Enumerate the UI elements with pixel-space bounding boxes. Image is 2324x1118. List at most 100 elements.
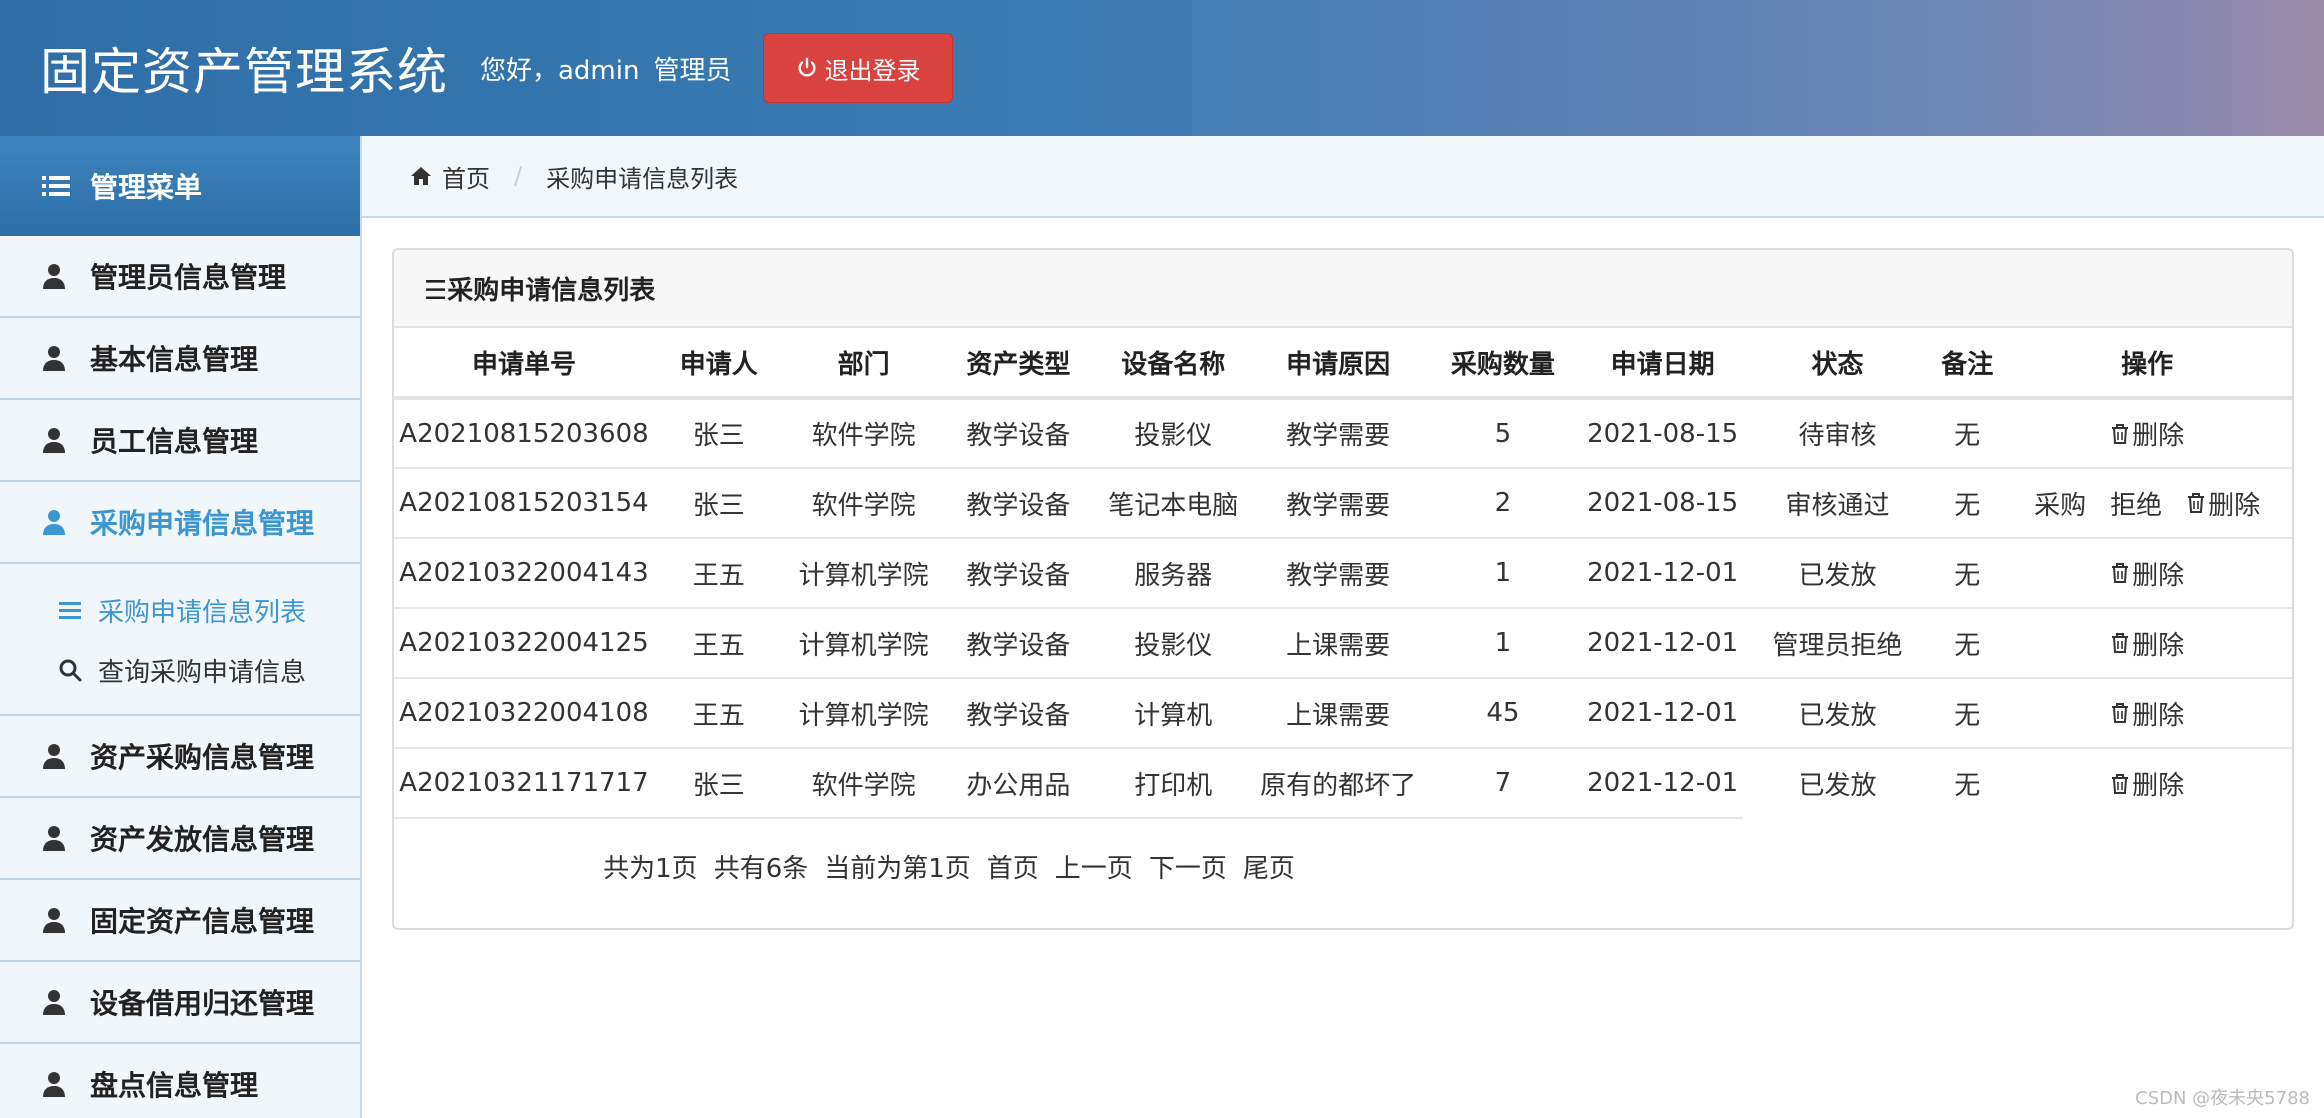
user-icon bbox=[43, 346, 65, 371]
table-row: A20210322004108 王五 计算机学院 教学设备 计算机 上课需要 4… bbox=[394, 678, 2292, 749]
subitem-label: 采购申请信息列表 bbox=[98, 597, 307, 628]
cell-department: 计算机学院 bbox=[783, 678, 944, 749]
logout-label: 退出登录 bbox=[824, 56, 921, 85]
sidebar-item-label: 资产发放信息管理 bbox=[90, 823, 315, 856]
sidebar-item-inventory[interactable]: 盘点信息管理 bbox=[0, 1044, 360, 1118]
cell-status: 已发放 bbox=[1742, 678, 1933, 749]
submenu-purchase-request: 采购申请信息列表 查询采购申请信息 bbox=[0, 564, 360, 716]
delete-link[interactable]: 删除 bbox=[2110, 555, 2184, 592]
user-role: 管理员 bbox=[653, 55, 732, 86]
pager-total-pages: 共为1页 bbox=[603, 854, 698, 884]
pagination: 共为1页 共有6条 当前为第1页 首页 上一页 下一页 尾页 bbox=[394, 848, 1414, 885]
subitem-purchase-request-list[interactable]: 采购申请信息列表 bbox=[0, 580, 360, 640]
cell-device-name: 投影仪 bbox=[1093, 608, 1254, 679]
column-header: 申请日期 bbox=[1582, 328, 1743, 400]
user-icon bbox=[43, 264, 65, 289]
breadcrumb-current: 采购申请信息列表 bbox=[546, 164, 739, 193]
cell-reason: 教学需要 bbox=[1253, 398, 1424, 469]
cell-actions: 删除 bbox=[2002, 538, 2292, 609]
delete-link[interactable]: 删除 bbox=[2186, 485, 2260, 522]
column-header: 申请单号 bbox=[394, 328, 654, 400]
table-row: A20210815203154 张三 软件学院 教学设备 笔记本电脑 教学需要 … bbox=[394, 468, 2292, 539]
column-header: 设备名称 bbox=[1093, 328, 1254, 400]
cell-date: 2021-12-01 bbox=[1582, 538, 1743, 609]
cell-status: 管理员拒绝 bbox=[1742, 608, 1933, 679]
app-header: 固定资产管理系统 您好，admin 管理员 退出登录 bbox=[0, 0, 2324, 136]
app-title: 固定资产管理系统 bbox=[40, 43, 448, 101]
pager-total-items: 共有6条 bbox=[713, 854, 809, 884]
menu-header: 管理菜单 bbox=[0, 136, 360, 236]
logout-button[interactable]: 退出登录 bbox=[763, 33, 954, 103]
sidebar-item-label: 管理员信息管理 bbox=[90, 261, 287, 294]
cell-applicant: 张三 bbox=[653, 468, 784, 539]
panel-title: ☰采购申请信息列表 bbox=[394, 250, 2292, 328]
sidebar: 管理菜单 管理员信息管理 基本信息管理 员工信息管理 采购申请信息管理 采购申请… bbox=[0, 136, 362, 1118]
delete-label: 删除 bbox=[2132, 771, 2185, 801]
cell-remark: 无 bbox=[1932, 398, 2003, 469]
pager-prev-link[interactable]: 上一页 bbox=[1055, 848, 1133, 885]
sidebar-item-label: 资产采购信息管理 bbox=[90, 741, 315, 774]
cell-request-id: A20210322004108 bbox=[394, 678, 654, 749]
breadcrumb-home[interactable]: 首页 bbox=[442, 159, 490, 194]
menu-title: 管理菜单 bbox=[90, 171, 203, 204]
cell-date: 2021-12-01 bbox=[1582, 608, 1743, 679]
sidebar-item-employee[interactable]: 员工信息管理 bbox=[0, 400, 360, 482]
cell-actions: 删除 bbox=[2002, 608, 2292, 679]
cell-status: 审核通过 bbox=[1742, 468, 1933, 539]
cell-applicant: 张三 bbox=[653, 398, 784, 469]
delete-link[interactable]: 删除 bbox=[2110, 695, 2184, 732]
cell-status: 已发放 bbox=[1742, 538, 1933, 609]
column-header: 资产类型 bbox=[943, 328, 1094, 400]
trash-icon bbox=[2112, 773, 2129, 794]
delete-link[interactable]: 删除 bbox=[2110, 625, 2184, 662]
cell-status: 已发放 bbox=[1798, 771, 1877, 801]
subitem-label: 查询采购申请信息 bbox=[98, 657, 307, 688]
cell-asset-type: 教学设备 bbox=[943, 398, 1094, 469]
cell-reason: 原有的都坏了 bbox=[1253, 748, 1424, 819]
delete-label: 删除 bbox=[2132, 630, 2185, 661]
user-icon bbox=[43, 1072, 65, 1097]
delete-link[interactable]: 删除 bbox=[2110, 765, 2184, 802]
user-icon bbox=[43, 510, 65, 535]
cell-device-name: 计算机 bbox=[1093, 678, 1254, 749]
sidebar-item-purchase-request[interactable]: 采购申请信息管理 bbox=[0, 482, 360, 564]
cell-actions: 删除 bbox=[2002, 678, 2292, 749]
breadcrumb-separator: / bbox=[514, 162, 523, 190]
column-header: 备注 bbox=[1932, 328, 2003, 400]
user-icon bbox=[43, 990, 65, 1015]
pager-last-link[interactable]: 尾页 bbox=[1243, 848, 1295, 885]
table-row: A20210322004143 王五 计算机学院 教学设备 服务器 教学需要 1… bbox=[394, 538, 2292, 609]
cell-reason: 教学需要 bbox=[1253, 538, 1424, 609]
sidebar-item-label: 设备借用归还管理 bbox=[90, 987, 315, 1020]
cell-remark: 无 bbox=[1954, 771, 1981, 801]
subitem-purchase-request-search[interactable]: 查询采购申请信息 bbox=[0, 640, 360, 700]
sidebar-item-asset-issue[interactable]: 资产发放信息管理 bbox=[0, 798, 360, 880]
sidebar-item-asset-purchase[interactable]: 资产采购信息管理 bbox=[0, 716, 360, 798]
trash-icon bbox=[2112, 563, 2129, 583]
cell-remark: 无 bbox=[1932, 678, 2003, 749]
sidebar-item-basic-info[interactable]: 基本信息管理 bbox=[0, 318, 360, 400]
column-header: 申请原因 bbox=[1253, 328, 1424, 400]
cell-remark: 无 bbox=[1932, 468, 2003, 539]
cell-department: 软件学院 bbox=[783, 468, 944, 539]
trash-icon bbox=[2112, 633, 2129, 653]
pager-first-link[interactable]: 首页 bbox=[987, 848, 1039, 885]
purchase-request-table: 申请单号 申请人 部门 资产类型 设备名称 申请原因 采购数量 申请日期 状态 … bbox=[394, 328, 2292, 819]
cell-reason: 上课需要 bbox=[1253, 608, 1424, 679]
cell-request-id: A20210322004143 bbox=[394, 538, 654, 609]
sidebar-item-admin[interactable]: 管理员信息管理 bbox=[0, 236, 360, 318]
sidebar-item-label: 盘点信息管理 bbox=[90, 1069, 259, 1102]
cell-actions: 删除 bbox=[2002, 398, 2292, 469]
reject-link[interactable]: 拒绝 bbox=[2110, 485, 2162, 522]
sidebar-item-device-borrow[interactable]: 设备借用归还管理 bbox=[0, 962, 360, 1044]
cell-remark: 无 bbox=[1932, 608, 2003, 679]
purchase-link[interactable]: 采购 bbox=[2034, 485, 2086, 522]
pager-next-link[interactable]: 下一页 bbox=[1149, 848, 1227, 885]
sidebar-item-fixed-asset[interactable]: 固定资产信息管理 bbox=[0, 880, 360, 962]
cell-applicant: 王五 bbox=[653, 608, 784, 679]
trash-icon bbox=[2112, 703, 2129, 723]
delete-label: 删除 bbox=[2132, 560, 2185, 591]
cell-department: 计算机学院 bbox=[783, 538, 944, 609]
delete-link[interactable]: 删除 bbox=[2110, 415, 2184, 452]
cell-quantity: 2 bbox=[1423, 468, 1583, 539]
